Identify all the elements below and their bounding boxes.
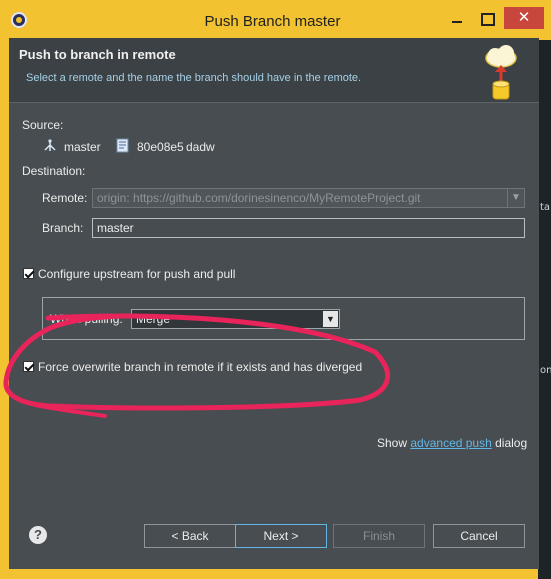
branch-input[interactable]: master — [92, 218, 525, 238]
maximize-icon[interactable] — [474, 7, 500, 29]
remote-label: Remote: — [42, 191, 88, 205]
commit-id: 80e08e5 — [137, 140, 184, 154]
branch-label: Branch: — [42, 221, 84, 235]
cancel-button[interactable]: Cancel — [433, 524, 525, 548]
force-overwrite-label[interactable]: Force overwrite branch in remote if it e… — [38, 360, 362, 374]
pull-strategy-select[interactable]: Merge ▼ — [131, 309, 340, 329]
pull-options-group: When pulling: Merge ▼ — [42, 297, 525, 340]
wizard-banner: Push to branch in remote Select a remote… — [9, 38, 539, 103]
help-icon[interactable]: ? — [29, 526, 47, 544]
background-text: ta — [540, 202, 551, 213]
advanced-prefix: Show — [377, 436, 408, 450]
back-button[interactable]: < Back — [144, 524, 236, 548]
finish-button[interactable]: Finish — [333, 524, 425, 548]
chevron-down-icon[interactable]: ▼ — [507, 189, 524, 207]
force-overwrite-checkbox[interactable] — [23, 361, 34, 372]
commit-icon — [116, 138, 129, 153]
remote-dropdown[interactable]: origin: https://github.com/dorinesinenco… — [92, 188, 525, 208]
commit-message: dadw — [186, 140, 215, 154]
next-button[interactable]: Next > — [235, 524, 327, 548]
dialog-window: Push Branch master ✕ ta on Push to branc… — [0, 0, 551, 579]
upstream-checkbox[interactable] — [23, 268, 34, 279]
title-bar[interactable]: Push Branch master ✕ — [0, 0, 551, 40]
page-description: Select a remote and the name the branch … — [26, 72, 362, 84]
remote-value: origin: https://github.com/dorinesinenco… — [97, 191, 421, 205]
source-label: Source: — [22, 118, 64, 132]
dialog-body: Push to branch in remote Select a remote… — [9, 38, 539, 569]
upstream-label[interactable]: Configure upstream for push and pull — [38, 267, 235, 281]
destination-label: Destination: — [22, 164, 86, 178]
source-branch: master — [64, 140, 101, 154]
advanced-push-link[interactable]: advanced push — [410, 436, 491, 450]
minimize-icon[interactable] — [444, 7, 470, 29]
chevron-down-icon[interactable]: ▼ — [323, 311, 338, 327]
close-icon[interactable]: ✕ — [504, 7, 544, 29]
background-text: on — [540, 365, 551, 376]
advanced-push-text: Show advanced push dialog — [377, 436, 527, 450]
page-title: Push to branch in remote — [19, 47, 176, 62]
advanced-suffix: dialog — [495, 436, 528, 450]
branch-icon — [44, 139, 56, 151]
background-window-edge: ta on — [538, 40, 551, 579]
push-cloud-icon — [485, 45, 517, 100]
pull-strategy-value: Merge — [136, 312, 171, 326]
when-pulling-label: When pulling: — [50, 312, 123, 326]
